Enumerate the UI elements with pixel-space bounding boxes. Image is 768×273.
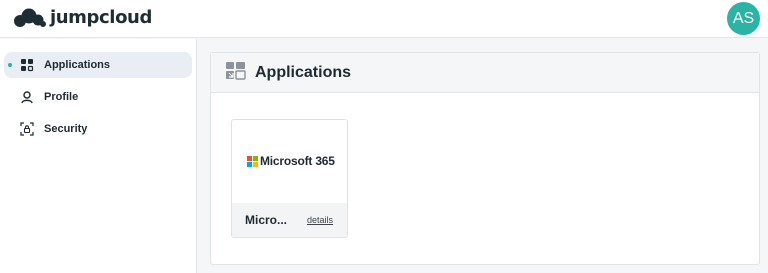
sidebar-item-profile[interactable]: Profile xyxy=(4,84,192,110)
sidebar: Applications Profile Security xyxy=(0,39,197,273)
cloud-icon xyxy=(14,8,46,27)
microsoft-365-logo: Microsoft 365 xyxy=(247,154,335,168)
microsoft-logo-icon xyxy=(247,155,258,167)
sidebar-item-applications[interactable]: Applications xyxy=(4,52,192,78)
app-card-footer: Micro... details xyxy=(232,203,347,237)
brand-name: jumpcloud xyxy=(50,7,152,28)
applications-panel: Applications Microsoft 365 Micro... deta… xyxy=(210,52,760,265)
sidebar-item-security[interactable]: Security xyxy=(4,116,192,142)
page-title: Applications xyxy=(255,64,352,81)
lock-scan-icon xyxy=(20,122,34,136)
top-bar: jumpcloud AS xyxy=(0,0,768,38)
app-logo-text: Microsoft 365 xyxy=(260,154,335,168)
person-icon xyxy=(21,91,33,104)
panel-header: Applications xyxy=(211,53,759,93)
app-card-microsoft-365[interactable]: Microsoft 365 Micro... details xyxy=(231,119,348,238)
apps-grid-icon xyxy=(21,59,34,72)
avatar[interactable]: AS xyxy=(727,2,760,35)
sidebar-item-label: Applications xyxy=(44,59,111,71)
sidebar-item-label: Security xyxy=(44,123,88,135)
applications-icon xyxy=(226,62,246,80)
details-link[interactable]: details xyxy=(307,215,333,226)
app-name: Micro... xyxy=(245,213,288,227)
sidebar-item-label: Profile xyxy=(44,91,79,103)
jumpcloud-logo[interactable]: jumpcloud xyxy=(12,7,152,29)
active-indicator-dot xyxy=(8,63,12,67)
